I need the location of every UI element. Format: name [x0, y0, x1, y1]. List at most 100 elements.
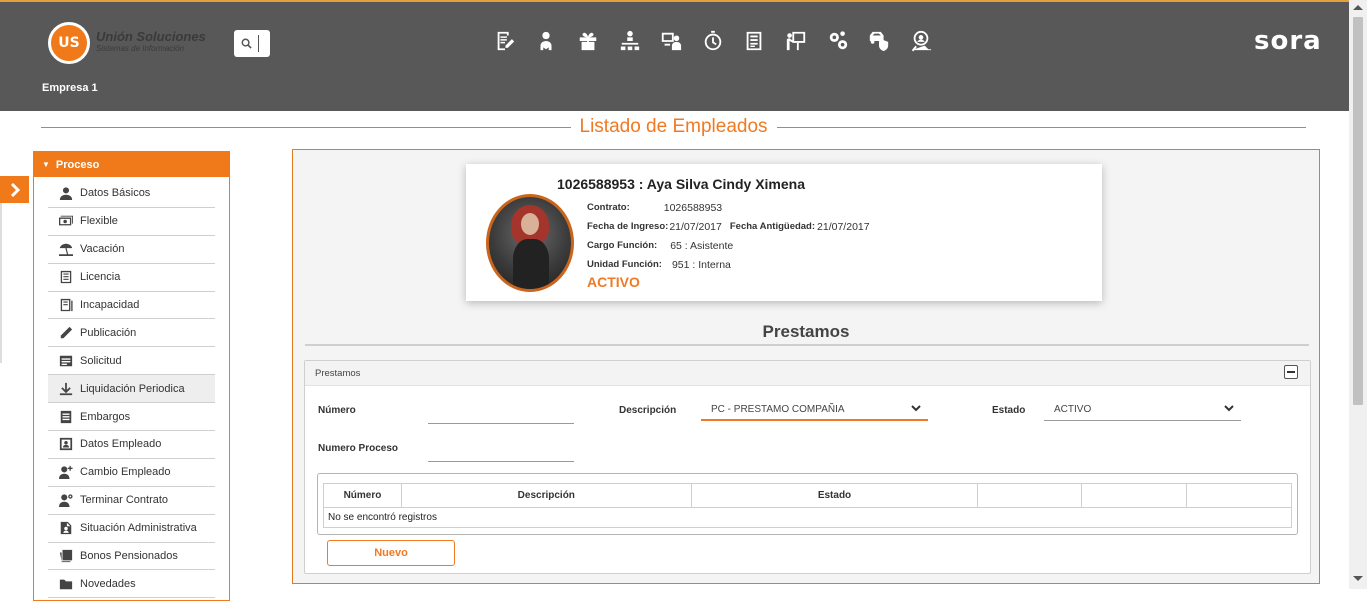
unidad-label: Unidad Función:: [587, 259, 662, 270]
edit-document-icon[interactable]: [484, 28, 526, 54]
descripcion-select[interactable]: PC - PRESTAMO COMPAÑIA: [701, 399, 928, 421]
user-hands-icon[interactable]: [526, 28, 568, 54]
new-button[interactable]: Nuevo: [327, 540, 455, 566]
sidebar-item-liquidacion-periodica[interactable]: Liquidación Periodica: [48, 375, 215, 404]
form-list-icon[interactable]: [734, 28, 776, 54]
sidebar-item-label: Novedades: [80, 577, 136, 590]
empty-table-message: No se encontró registros: [323, 507, 1292, 528]
sidebar-item-embargos[interactable]: Embargos: [48, 403, 215, 432]
table-row: No se encontró registros: [323, 507, 1292, 528]
sidebar-item-incapacidad[interactable]: Incapacidad: [48, 292, 215, 320]
page-title-row: Listado de Empleados: [41, 115, 1307, 139]
brand-logo[interactable]: sora: [1254, 26, 1322, 56]
sidebar-item-situacion-administrativa[interactable]: Situación Administrativa: [48, 515, 215, 543]
page-title: Listado de Empleados: [579, 116, 768, 137]
chevron-down-icon: [911, 405, 921, 412]
file-user-icon: [58, 521, 73, 536]
list-icon: [58, 270, 73, 285]
prestamos-table: Número Descripción Estado No se encontró…: [323, 483, 1292, 528]
logo-mark: US: [48, 22, 90, 64]
prestamos-panel: Prestamos Número Descripción PC - PRESTA…: [304, 360, 1311, 574]
sidebar-item-bonos-pensionados[interactable]: Bonos Pensionados: [48, 543, 215, 571]
sidebar-item-terminar-contrato[interactable]: Terminar Contrato: [48, 487, 215, 515]
sidebar-item-label: Licencia: [80, 271, 121, 284]
prestamos-table-container: Número Descripción Estado No se encontró…: [317, 473, 1298, 535]
car-shield-icon[interactable]: [858, 28, 900, 54]
search-icon: [241, 38, 252, 49]
logo-title: Unión Soluciones: [96, 29, 206, 44]
column-header-action-2: [1081, 483, 1188, 508]
stopwatch-icon[interactable]: [692, 28, 734, 54]
sidebar-item-flexible[interactable]: Flexible: [48, 208, 215, 236]
money-icon: [58, 214, 73, 229]
contrato-value: 1026588953: [663, 201, 723, 214]
toggle-sidebar-button[interactable]: [0, 176, 29, 203]
form-icon: [58, 353, 73, 368]
employee-status: ACTIVO: [587, 274, 640, 290]
gears-icon[interactable]: [817, 28, 859, 54]
numero-label: Número: [318, 405, 356, 416]
sidebar-item-datos-basicos[interactable]: Datos Básicos: [48, 180, 215, 208]
estado-label: Estado: [992, 405, 1026, 416]
column-header-descripcion[interactable]: Descripción: [400, 483, 692, 508]
contrato-label: Contrato:: [587, 202, 630, 213]
estado-select[interactable]: ACTIVO: [1044, 399, 1241, 421]
sidebar-item-label: Solicitud: [80, 354, 122, 367]
sidebar-item-vacacion[interactable]: Vacación: [48, 236, 215, 264]
numero-input[interactable]: [428, 408, 574, 424]
chevron-right-icon: [10, 182, 20, 197]
top-bar: US Unión Soluciones Sistemas de Informac…: [0, 0, 1349, 111]
scroll-thumb[interactable]: [1353, 17, 1363, 405]
sidebar-item-publicacion[interactable]: Publicación: [48, 319, 215, 348]
side-divider: [0, 203, 2, 363]
employee-id-name: 1026588953 : Aya Silva Cindy Ximena: [557, 176, 805, 192]
cargo-label: Cargo Función:: [587, 240, 658, 251]
user-plus-icon: [58, 465, 73, 480]
sidebar-item-solicitud[interactable]: Solicitud: [48, 347, 215, 376]
section-title: Prestamos: [762, 322, 850, 341]
sidebar-item-novedades[interactable]: Novedades: [48, 570, 215, 599]
scroll-down-icon[interactable]: [1353, 576, 1363, 581]
download-icon: [58, 381, 73, 396]
search-button[interactable]: [234, 30, 270, 57]
column-header-estado[interactable]: Estado: [690, 483, 979, 508]
presentation-icon[interactable]: [775, 28, 817, 54]
sidebar-item-licencia[interactable]: Licencia: [48, 264, 215, 292]
panel-header: Prestamos: [305, 361, 1310, 386]
gift-icon[interactable]: [567, 28, 609, 54]
descripcion-label: Descripción: [619, 405, 677, 416]
panel-title: Prestamos: [315, 367, 361, 379]
sidebar-item-label: Incapacidad: [80, 299, 140, 311]
stack-icon: [58, 549, 73, 564]
sidebar-header-label: Proceso: [55, 158, 100, 171]
main-content: 1026588953 : Aya Silva Cindy Ximena Cont…: [292, 149, 1320, 584]
sidebar-item-label: Situación Administrativa: [80, 522, 197, 535]
minus-icon: [1287, 371, 1295, 373]
user-card-icon: [58, 437, 73, 452]
company-logo[interactable]: US Unión Soluciones Sistemas de Informac…: [48, 22, 206, 64]
caret-down-icon: ▼: [42, 160, 50, 169]
sidebar-item-label: Liquidación Periodica: [80, 382, 185, 395]
sidebar-item-label: Terminar Contrato: [80, 494, 169, 507]
sidebar-item-label: Cambio Empleado: [80, 466, 171, 479]
sidebar-item-label: Vacación: [80, 243, 125, 256]
folder-icon: [58, 576, 73, 591]
sidebar-header[interactable]: ▼ Proceso: [34, 152, 229, 177]
section-divider: [305, 344, 1309, 346]
user-search-icon[interactable]: [900, 28, 942, 54]
page-scrollbar[interactable]: [1349, 0, 1367, 589]
collapse-button[interactable]: [1284, 365, 1298, 379]
column-header-action-1: [977, 483, 1083, 508]
user-board-icon[interactable]: [650, 28, 692, 54]
beach-icon: [58, 242, 73, 257]
scroll-up-icon[interactable]: [1353, 5, 1363, 10]
sidebar-item-cambio-empleado[interactable]: Cambio Empleado: [48, 459, 215, 487]
estado-selected: ACTIVO: [1054, 404, 1092, 415]
numero-proceso-input[interactable]: [428, 446, 574, 462]
sidebar-item-datos-empleado[interactable]: Datos Empleado: [48, 431, 215, 459]
book-icon: [58, 298, 73, 313]
fecha-ingreso-value: 21/07/2017: [669, 220, 722, 233]
user-icon: [58, 186, 73, 201]
org-chart-icon[interactable]: [609, 28, 651, 54]
column-header-numero[interactable]: Número: [323, 483, 402, 508]
